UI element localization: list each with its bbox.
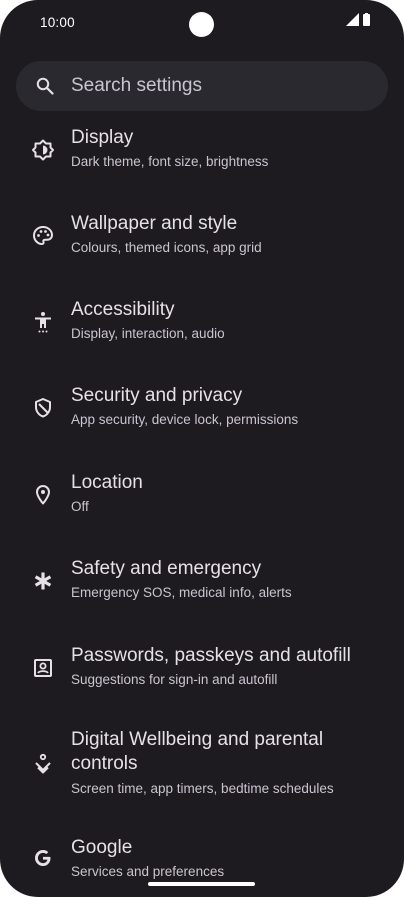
item-title: Passwords, passkeys and autofill <box>71 645 351 666</box>
settings-item-safety[interactable]: Safety and emergency Emergency SOS, medi… <box>0 551 404 623</box>
item-title: Security and privacy <box>71 385 243 406</box>
accessibility-icon <box>31 310 55 334</box>
item-subtitle: Off <box>71 499 89 514</box>
item-title: Display <box>71 127 134 148</box>
item-title: Google <box>71 837 133 858</box>
settings-item-wallpaper[interactable]: Wallpaper and style Colours, themed icon… <box>0 206 404 278</box>
item-subtitle: Dark theme, font size, brightness <box>71 154 269 169</box>
item-subtitle: Emergency SOS, medical info, alerts <box>71 585 292 600</box>
item-title: Accessibility <box>71 299 175 320</box>
settings-item-security[interactable]: Security and privacy App security, devic… <box>0 378 404 450</box>
settings-item-location[interactable]: Location Off <box>0 465 404 537</box>
item-subtitle: App security, device lock, permissions <box>71 412 299 427</box>
shield-icon <box>31 396 55 420</box>
item-title: Wallpaper and style <box>71 213 238 234</box>
palette-icon <box>31 224 55 248</box>
item-subtitle: Screen time, app timers, bedtime schedul… <box>71 781 334 796</box>
settings-item-display[interactable]: Display Dark theme, font size, brightnes… <box>0 120 404 192</box>
account-box-icon <box>31 656 55 680</box>
item-title-line2: controls <box>71 753 138 774</box>
asterisk-icon <box>31 569 55 593</box>
settings-item-accessibility[interactable]: Accessibility Display, interaction, audi… <box>0 292 404 364</box>
item-title: Location <box>71 472 143 493</box>
settings-item-google[interactable]: Google Services and preferences <box>0 830 404 890</box>
wellbeing-icon <box>31 752 55 776</box>
phone-screen: 10:00 Search settings Display Dark theme… <box>0 0 404 897</box>
settings-list: Display Dark theme, font size, brightnes… <box>0 0 404 897</box>
settings-item-passwords[interactable]: Passwords, passkeys and autofill Suggest… <box>0 638 404 710</box>
item-subtitle: Display, interaction, audio <box>71 326 225 341</box>
item-subtitle: Colours, themed icons, app grid <box>71 240 262 255</box>
home-indicator[interactable] <box>148 882 255 886</box>
item-subtitle: Suggestions for sign-in and autofill <box>71 672 278 687</box>
item-title-line1: Digital Wellbeing and parental <box>71 729 324 750</box>
item-title: Safety and emergency <box>71 558 262 579</box>
settings-item-digital-wellbeing[interactable]: Digital Wellbeing and parental controls … <box>0 724 404 822</box>
item-subtitle: Services and preferences <box>71 864 225 879</box>
brightness-icon <box>31 138 55 162</box>
location-pin-icon <box>31 483 55 507</box>
google-g-icon <box>31 846 55 870</box>
